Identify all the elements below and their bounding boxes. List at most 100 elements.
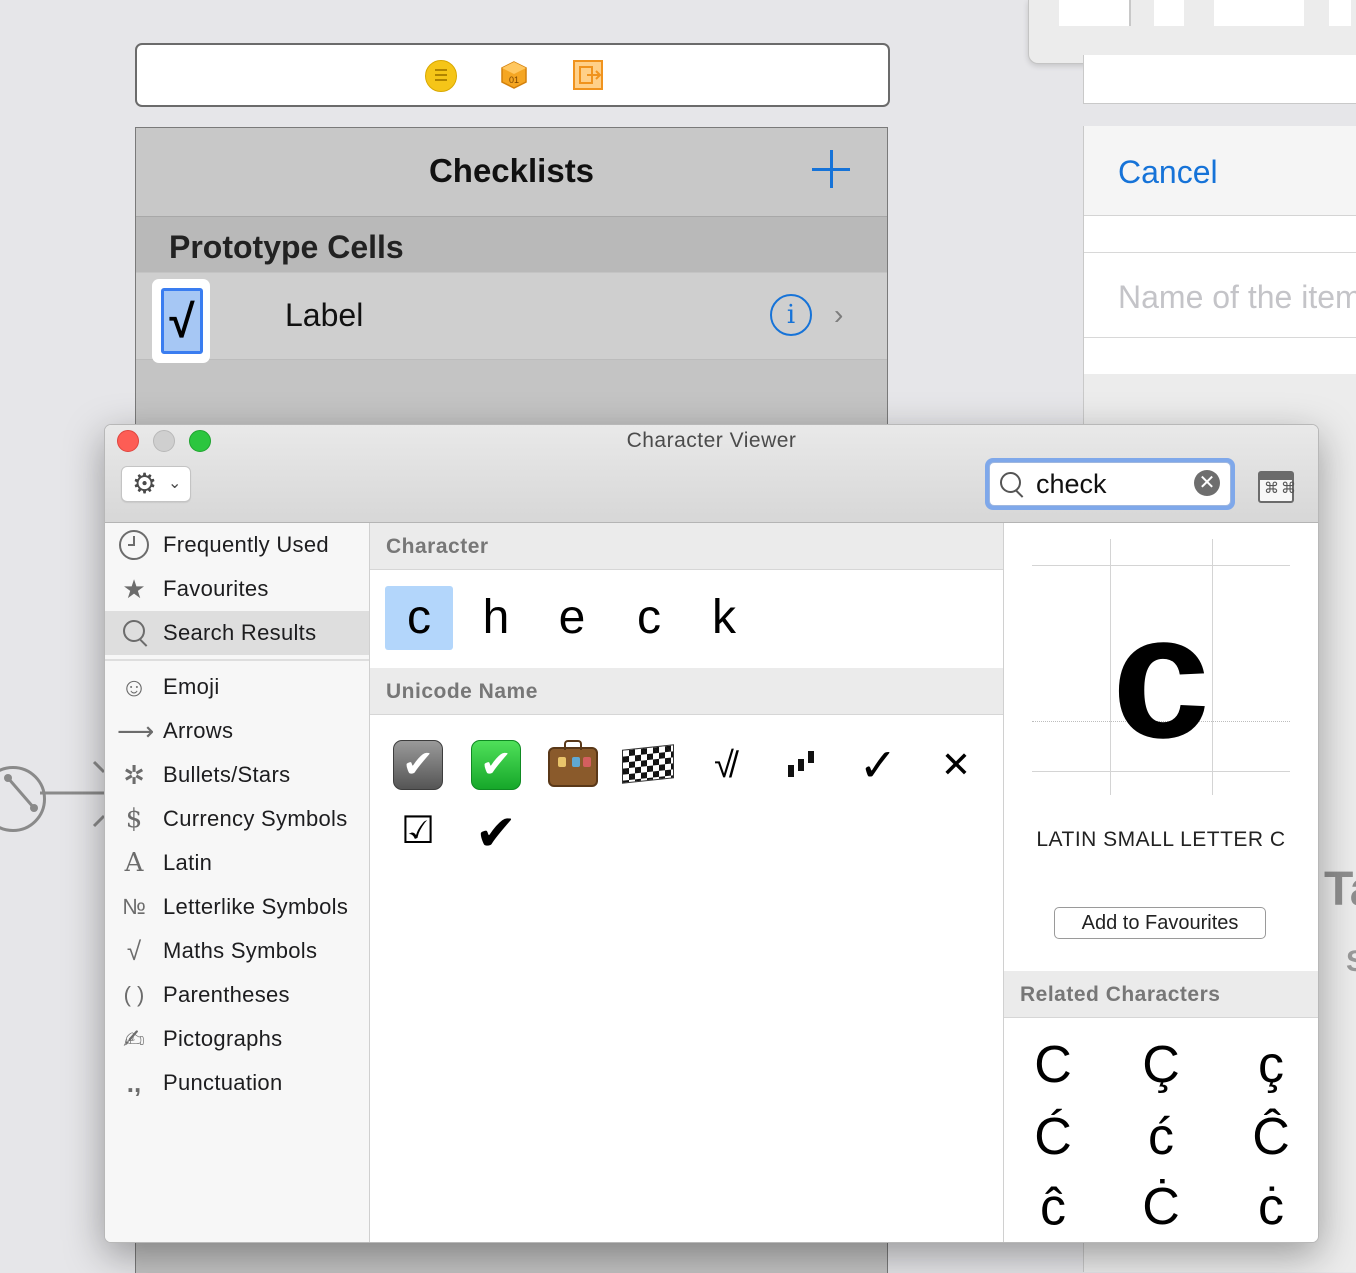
navigation-bar: Checklists (136, 128, 887, 217)
chevron-down-icon: ⌄ (168, 475, 182, 492)
sidebar-item-bullets-stars[interactable]: ✲ Bullets/Stars (105, 753, 369, 797)
multiplication-x-icon[interactable]: ✕ (926, 735, 986, 795)
sidebar-item-frequently-used[interactable]: Frequently Used (105, 523, 369, 567)
segue-connector (4, 760, 106, 828)
sidebar-item-arrows[interactable]: ⟶ Arrows (105, 709, 369, 753)
search-input[interactable]: check ✕ (989, 462, 1231, 506)
sidebar-item-pictographs[interactable]: ✍ Pictographs (105, 1017, 369, 1061)
sidebar-item-label: Latin (163, 850, 213, 875)
character-viewer-window: Character Viewer ⚙ ⌄ check ✕ ⌘⌘ Frequent… (104, 424, 1319, 1243)
related-character[interactable]: ç (1226, 1029, 1316, 1101)
sidebar-item-label: Letterlike Symbols (163, 894, 349, 919)
table-section-gap (1084, 216, 1356, 253)
related-character[interactable]: C (1008, 1029, 1098, 1101)
ballot-box-with-check-icon[interactable]: ☑ (388, 801, 448, 861)
action-menu-button[interactable]: ⚙ ⌄ (121, 466, 191, 502)
sidebar-item-label: Pictographs (163, 1026, 283, 1051)
first-responder-icon[interactable]: 01 (499, 60, 529, 90)
writing-hand-icon: ✍ (123, 1024, 145, 1054)
sidebar-item-label: Bullets/Stars (163, 762, 291, 787)
prototype-cells-header: Prototype Cells (136, 217, 887, 272)
item-name-placeholder: Name of the item (1118, 279, 1356, 315)
scene-dock: 01 (135, 43, 890, 107)
title-bar: Character Viewer ⚙ ⌄ check ✕ ⌘⌘ (105, 425, 1318, 523)
checker-board-icon[interactable] (772, 735, 832, 795)
check-glyph: ✔ (480, 744, 512, 786)
root-with-check-icon[interactable]: √̸ (694, 735, 754, 795)
partial-text: Ta (1324, 863, 1356, 916)
latin-icon: A (124, 848, 144, 878)
info-icon[interactable]: i (770, 294, 812, 336)
dollar-icon: $ (125, 804, 143, 834)
numero-icon: № (122, 894, 146, 919)
sidebar-item-label: Frequently Used (163, 532, 329, 557)
sqrt-icon: √ (126, 936, 142, 966)
sidebar-item-emoji[interactable]: ☺ Emoji (105, 665, 369, 709)
cell-label: Label (285, 297, 364, 333)
gear-icon: ⚙ (132, 468, 158, 499)
results-pane: Character c h e c k Unicode Name ✔ ✔ √̸ … (370, 523, 1004, 1242)
sidebar-item-label: Parentheses (163, 982, 290, 1007)
related-character[interactable]: ć (1116, 1101, 1206, 1173)
prototype-cell[interactable]: √ Label i › (136, 273, 887, 363)
cancel-button[interactable]: Cancel (1118, 154, 1218, 191)
section-title: Prototype Cells (169, 229, 404, 265)
luggage-emoji-icon[interactable] (542, 735, 602, 795)
checkmark-image-view[interactable]: √ (152, 279, 210, 363)
item-name-field[interactable]: Name of the item (1084, 253, 1356, 338)
smiley-icon: ☺ (120, 672, 148, 702)
heavy-check-mark-icon[interactable]: ✔ (466, 803, 526, 863)
section-title: Unicode Name (386, 680, 538, 703)
add-button[interactable] (812, 150, 852, 190)
sidebar-item-label: Currency Symbols (163, 806, 348, 831)
sidebar-item-search-results[interactable]: Search Results (105, 611, 369, 655)
nav-title: Checklists (428, 152, 595, 189)
sidebar-item-currency-symbols[interactable]: $ Currency Symbols (105, 797, 369, 841)
search-value[interactable]: check (1036, 467, 1107, 501)
checkmark-glyph: √ (161, 288, 203, 354)
section-title: Related Characters (1020, 983, 1221, 1006)
sidebar-item-parentheses[interactable]: ( ) Parentheses (105, 973, 369, 1017)
character-cell[interactable]: k (690, 586, 758, 650)
parentheses-icon: ( ) (123, 982, 145, 1007)
character-cell[interactable]: e (538, 586, 606, 650)
add-to-favourites-button[interactable]: Add to Favourites (1054, 907, 1266, 939)
character-cell[interactable]: c (615, 586, 683, 650)
sidebar-item-label: Search Results (163, 620, 317, 645)
character-cell[interactable]: h (462, 586, 530, 650)
related-character[interactable]: Ĉ (1226, 1101, 1316, 1173)
chevron-right-icon: › (834, 299, 844, 330)
related-characters-header: Related Characters (1004, 971, 1318, 1018)
sidebar-item-favourites[interactable]: ★ Favourites (105, 567, 369, 611)
preview-glyph: c (1112, 579, 1210, 775)
sidebar-item-punctuation[interactable]: ., Punctuation (105, 1061, 369, 1105)
exit-icon[interactable] (573, 60, 603, 90)
related-character[interactable]: ċ (1226, 1171, 1316, 1242)
sidebar-item-latin[interactable]: A Latin (105, 841, 369, 885)
related-character[interactable]: Ć (1008, 1101, 1098, 1173)
character-cell[interactable]: c (385, 586, 453, 650)
sidebar-item-label: Arrows (163, 718, 234, 743)
sidebar-item-letterlike-symbols[interactable]: № Letterlike Symbols (105, 885, 369, 929)
sidebar-item-maths-symbols[interactable]: √ Maths Symbols (105, 929, 369, 973)
clear-search-icon[interactable]: ✕ (1194, 470, 1220, 496)
sidebar-item-label: Maths Symbols (163, 938, 318, 963)
related-character[interactable]: ĉ (1008, 1171, 1098, 1242)
view-controller-icon[interactable] (425, 60, 457, 92)
keyboard-viewer-icon[interactable]: ⌘⌘ (1258, 471, 1296, 503)
table-section-gap-2 (1084, 338, 1356, 374)
grey-check-box-emoji-icon[interactable]: ✔ (388, 735, 448, 795)
check-mark-icon[interactable]: ✓ (848, 735, 908, 795)
scene-dock-right (1083, 55, 1356, 104)
search-icon (1000, 472, 1021, 493)
sidebar-item-label: Emoji (163, 674, 220, 699)
related-character[interactable]: Ç (1116, 1029, 1206, 1101)
punctuation-icon: ., (126, 1068, 142, 1098)
chequered-flag-emoji-icon[interactable] (618, 735, 678, 795)
sidebar-item-label: Punctuation (163, 1070, 283, 1095)
related-character[interactable]: Ċ (1116, 1171, 1206, 1242)
search-icon (117, 617, 151, 649)
green-check-box-emoji-icon[interactable]: ✔ (466, 735, 526, 795)
character-section-header: Character (370, 523, 1003, 570)
category-sidebar: Frequently Used ★ Favourites Search Resu… (105, 523, 370, 1242)
